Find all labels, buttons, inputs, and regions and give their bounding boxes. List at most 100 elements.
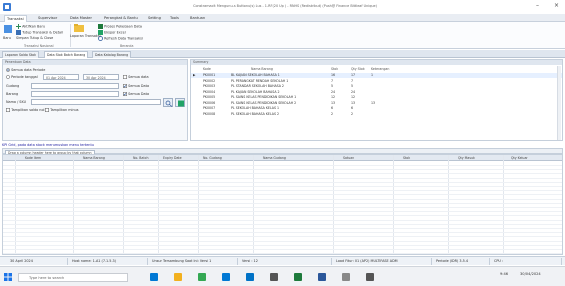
summary-row[interactable]: PK0008 PL SEKOLAH BAHASA KELAS 2 2 2 <box>191 112 562 117</box>
refresh-icon <box>98 36 103 41</box>
col-no-gudang[interactable]: No. Gudang <box>203 155 222 161</box>
refresh-label: Refresh Data Transaksi <box>104 36 143 41</box>
search-button[interactable] <box>163 98 173 107</box>
export-button[interactable]: Proses Pekerjaan Data <box>98 24 142 29</box>
show-all-row[interactable]: Semua data Periode <box>6 68 45 72</box>
excel-button[interactable]: Ekspor Excel <box>98 30 126 35</box>
tab-setting[interactable]: Setting <box>148 15 161 22</box>
status-role: Periode (IDR) 3.5.4 <box>434 258 490 265</box>
ribbon: Baru Aktifkan Baru Tutup Transaksi & Det… <box>0 22 565 49</box>
neg-stock-check[interactable]: Tampilkan minus <box>45 108 79 112</box>
summary-cell-qty: 2 <box>351 111 354 116</box>
summary-row[interactable]: PK0007 PL SEKOLAH BAHASA KELAS 1 6 6 <box>191 106 562 111</box>
all-gudang-check[interactable]: Semua Data <box>123 84 149 88</box>
summary-cell-qty: 7 <box>351 78 354 83</box>
tab-tools[interactable]: Tools <box>170 15 179 22</box>
col-stok[interactable]: Stok <box>403 155 410 161</box>
summary-cell-qty: 6 <box>351 106 354 110</box>
row-indicator-icon: ▶ <box>193 73 196 77</box>
status-user: Versi : 12 <box>240 258 332 265</box>
col-nama-barang[interactable]: Nama Barang <box>83 155 105 161</box>
barang-input[interactable] <box>31 91 119 97</box>
zero-stock-check[interactable]: Tampilkan saldo nol <box>6 108 44 112</box>
tab-transaksi[interactable]: Transaksi <box>4 15 27 22</box>
export-icon <box>98 24 103 29</box>
close-icon[interactable]: × <box>554 2 559 9</box>
col-qty-masuk[interactable]: Qty Masuk <box>458 155 475 161</box>
folder-icon <box>74 24 84 32</box>
report-button[interactable] <box>74 24 84 32</box>
refresh-button[interactable]: Refresh Data Transaksi <box>98 36 143 41</box>
save-close-button[interactable]: Simpan Tutup & Close <box>16 36 53 40</box>
summary-row[interactable]: PK0006 PL SAINS KELAS PENDIDIKAN SEKOLAH … <box>191 101 562 106</box>
summary-col-qty[interactable]: Qty Stok <box>351 67 365 71</box>
explorer-icon[interactable] <box>198 273 206 281</box>
tab-perangkat[interactable]: Perangkat & Bantu <box>104 15 138 22</box>
summary-panel: Summary Kode Nama Barang Stok Qty Stok K… <box>190 59 563 141</box>
taskbar-search-input[interactable]: Type here to search <box>18 273 128 282</box>
app2-icon[interactable] <box>366 273 374 281</box>
summary-header: Summary <box>191 60 562 65</box>
summary-row[interactable]: ▶ PK0001 BL KAJIAN SEKOLAH BAHASA 1 16 17 1 <box>191 73 562 78</box>
doc-tab-saldo-stok[interactable]: Laporan Saldo Stok <box>2 51 39 58</box>
ribbon-group-beranda: Beranda <box>120 44 134 48</box>
summary-scrollbar[interactable] <box>557 66 561 140</box>
col-expiry[interactable]: Expiry Date <box>163 155 182 161</box>
summary-cell-qty: 13 <box>351 100 356 105</box>
checkbox-icon <box>6 108 10 112</box>
store-icon[interactable] <box>246 273 254 281</box>
gudang-input[interactable] <box>31 83 119 89</box>
summary-cell-nama: PL SEKOLAH BAHASA KELAS 2 <box>231 111 280 116</box>
all-dates-check[interactable]: Semua data <box>123 75 149 79</box>
chrome-icon[interactable] <box>222 273 230 281</box>
summary-row[interactable]: PK0002 PL PERANGKAT RENDAH SEKOLAH 1 7 7 <box>191 79 562 84</box>
excel-icon <box>177 100 184 106</box>
summary-col-nama[interactable]: Nama Barang <box>251 67 273 71</box>
filter-panel: Penentuan Data Semua data Periode Period… <box>2 59 188 141</box>
tab-bantuan[interactable]: Bantuan <box>190 15 205 22</box>
summary-cell-stok: 7 <box>331 78 334 83</box>
tab-data-master[interactable]: Data Master <box>70 15 92 22</box>
excel-export-button[interactable] <box>175 98 185 107</box>
status-bar: 30 April 2024 Host name: 1-A1 (7.1.5.3) … <box>0 256 565 265</box>
nama-input[interactable] <box>31 99 161 105</box>
checkbox-icon <box>123 75 127 79</box>
app-icon[interactable] <box>294 273 302 281</box>
summary-col-stok[interactable]: Stok <box>331 67 338 71</box>
activate-button[interactable]: Aktifkan Baru <box>16 24 45 29</box>
summary-cell-nama: PL STANDAR SEKOLAH BAHASA 2 <box>231 84 284 88</box>
minimize-icon[interactable]: – <box>536 2 539 9</box>
summary-row[interactable]: PK0004 PL KAJIAN SEKOLAH BAHASA 2 24 24 <box>191 90 562 95</box>
col-no-batch[interactable]: No. Batch <box>133 155 148 161</box>
summary-col-ket[interactable]: Keterangan <box>371 67 389 71</box>
task-view-icon[interactable] <box>150 273 158 281</box>
doc-tab-katalog[interactable]: Data Katalog Barang <box>92 51 132 58</box>
summary-row[interactable]: PK0003 PL STANDAR SEKOLAH BAHASA 2 5 5 <box>191 84 562 89</box>
new-button[interactable] <box>3 24 13 34</box>
tab-supervisor[interactable]: Supervisor <box>38 15 57 22</box>
summary-col-kode[interactable]: Kode <box>203 67 211 71</box>
col-qty-keluar[interactable]: Qty Keluar <box>511 155 528 161</box>
save-icon <box>16 30 21 35</box>
doc-tab-stok-batch[interactable]: Data Stok Batch Barang <box>44 51 89 58</box>
col-kode-item[interactable]: Kode Item <box>25 155 41 161</box>
window-title: Constramacit Mengunu-s Buttonu(s) Lus - … <box>193 4 377 8</box>
word-icon[interactable] <box>342 273 350 281</box>
summary-cell-stok: 5 <box>331 84 334 88</box>
date-to-input[interactable]: 30 Apr 2024 <box>83 74 119 80</box>
col-satuan[interactable]: Satuan <box>343 155 354 161</box>
radio-icon <box>6 68 10 72</box>
start-icon[interactable] <box>4 273 12 281</box>
summary-row[interactable]: PK0005 PL SAINS KELAS PENDIDIKAN SEKOLAH … <box>191 95 562 100</box>
table-row[interactable] <box>3 254 563 255</box>
excel-icon[interactable] <box>318 273 326 281</box>
date-from-input[interactable]: 01 Apr 2024 <box>43 74 79 80</box>
col-nama-gudang[interactable]: Nama Gudang <box>263 155 286 161</box>
save-button[interactable]: Tutup Transaksi & Detail <box>16 30 63 35</box>
all-barang-check[interactable]: Semua Data <box>123 92 149 96</box>
stock-grid: Kode Item Nama Barang No. Batch Expiry D… <box>2 154 563 255</box>
mail-icon[interactable] <box>270 273 278 281</box>
export-label: Proses Pekerjaan Data <box>104 24 142 29</box>
edge-icon[interactable] <box>174 273 182 281</box>
summary-cell-nama: PL PERANGKAT RENDAH SEKOLAH 1 <box>231 78 289 83</box>
